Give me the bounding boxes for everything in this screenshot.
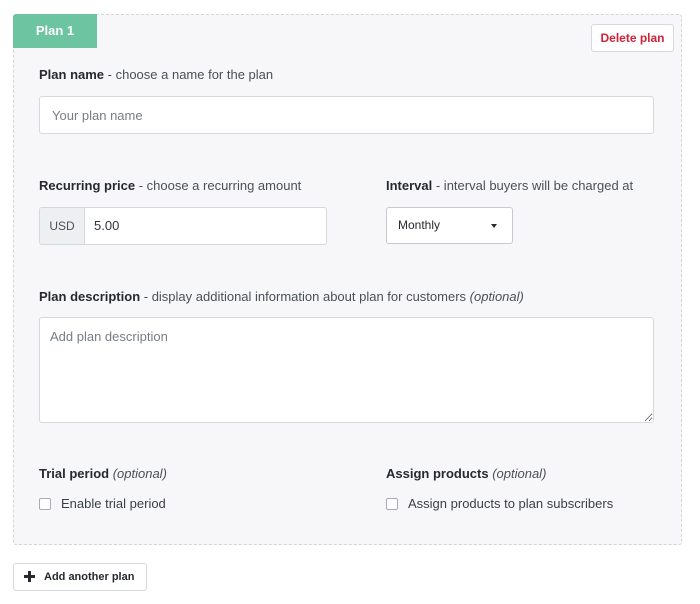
recurring-price-input[interactable]: 5.00 — [94, 208, 119, 244]
assign-products-checkbox-label: Assign products to plan subscribers — [408, 496, 614, 511]
plan-name-input[interactable] — [39, 96, 654, 134]
interval-label: Interval - interval buyers will be charg… — [386, 178, 633, 193]
plan-description-label-hint: - display additional information about p… — [140, 289, 470, 304]
interval-selected-value: Monthly — [398, 218, 441, 232]
recurring-price-label-hint: - choose a recurring amount — [135, 178, 302, 193]
plan-description-label: Plan description - display additional in… — [39, 289, 524, 304]
checkbox-icon — [386, 497, 398, 510]
caret-down-icon — [491, 224, 497, 228]
plan-card: Plan 1 Delete plan Plan name - choose a … — [13, 14, 682, 545]
plan-description-optional: (optional) — [469, 289, 524, 304]
plus-icon — [24, 571, 35, 582]
plan-name-label: Plan name - choose a name for the plan — [39, 67, 273, 82]
trial-period-label-title: Trial period — [39, 466, 110, 481]
add-another-plan-button[interactable]: Add another plan — [13, 563, 147, 591]
plan-tab: Plan 1 — [13, 14, 97, 48]
checkbox-icon — [39, 497, 51, 510]
recurring-price-label-title: Recurring price — [39, 178, 136, 193]
interval-label-title: Interval — [386, 178, 433, 193]
plan-name-label-hint: - choose a name for the plan — [104, 67, 274, 82]
recurring-price-input-group[interactable]: USD 5.00 — [39, 207, 327, 245]
delete-plan-button[interactable]: Delete plan — [591, 24, 674, 52]
assign-products-optional: (optional) — [492, 466, 547, 481]
add-another-plan-label: Add another plan — [44, 571, 135, 583]
trial-period-label: Trial period (optional) — [39, 466, 167, 481]
interval-label-hint: - interval buyers will be charged at — [432, 178, 634, 193]
assign-products-label: Assign products (optional) — [386, 466, 546, 481]
plan-description-textarea[interactable] — [39, 317, 654, 423]
trial-period-optional: (optional) — [112, 466, 167, 481]
assign-products-label-title: Assign products — [386, 466, 489, 481]
plan-name-label-title: Plan name — [39, 67, 105, 82]
interval-select[interactable]: Monthly — [386, 207, 513, 244]
enable-trial-checkbox[interactable]: Enable trial period — [39, 496, 166, 511]
assign-products-checkbox[interactable]: Assign products to plan subscribers — [386, 496, 613, 511]
currency-addon: USD — [40, 208, 85, 244]
recurring-price-label: Recurring price - choose a recurring amo… — [39, 178, 301, 193]
enable-trial-checkbox-label: Enable trial period — [61, 496, 166, 511]
plan-description-label-title: Plan description — [39, 289, 141, 304]
